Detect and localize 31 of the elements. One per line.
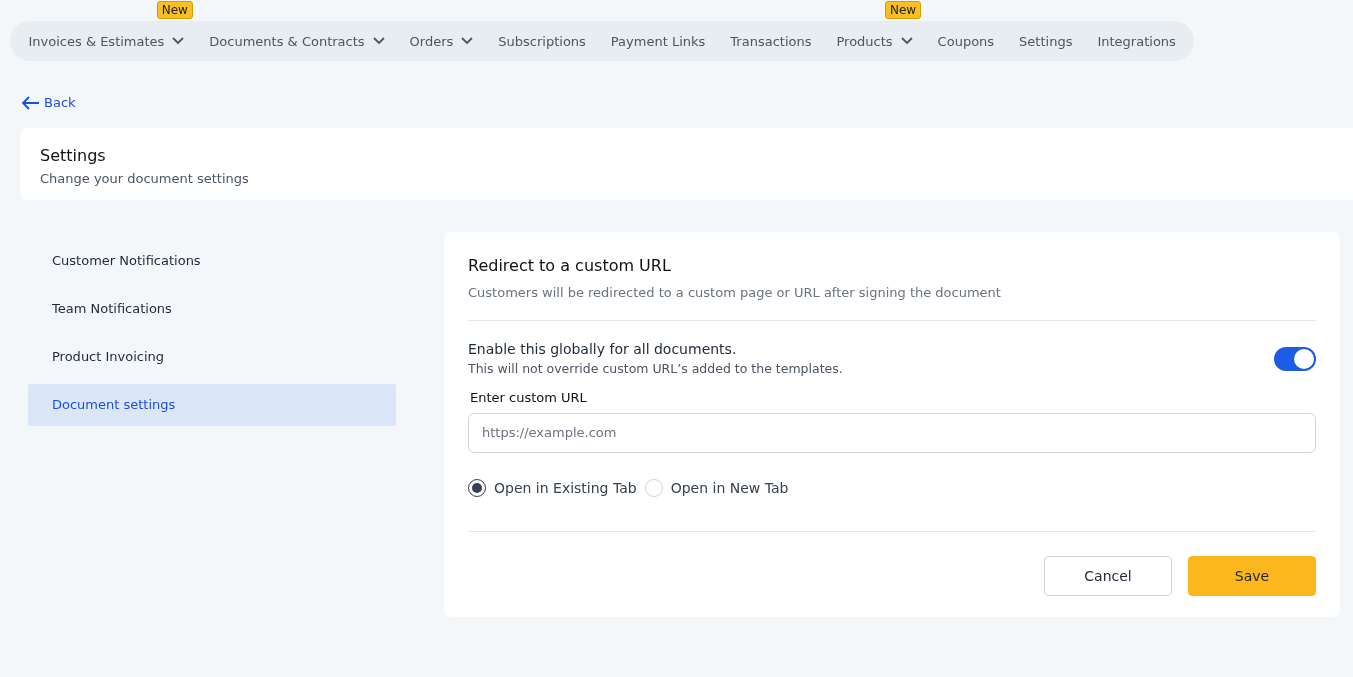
nav-item[interactable]: Payment Links xyxy=(598,21,718,61)
page-subtitle: Change your document settings xyxy=(40,170,250,186)
sidebar-item[interactable]: Document settings xyxy=(28,383,396,426)
nav-item[interactable]: Coupons xyxy=(925,21,1007,61)
radio-option[interactable]: Open in New Tab xyxy=(644,478,789,497)
new-badge: New xyxy=(156,1,193,19)
section-description: Customers will be redirected to a custom page or URL after signing the document xyxy=(468,284,1002,300)
back-link[interactable]: Back xyxy=(22,95,76,110)
section-title: Redirect to a custom URL xyxy=(468,255,672,275)
toggle-label: Enable this globally for all documents. xyxy=(468,340,738,357)
nav-item[interactable]: Orders xyxy=(397,21,486,61)
radio-option[interactable]: Open in Existing Tab xyxy=(468,478,637,497)
sidebar-item[interactable]: Team Notifications xyxy=(28,287,396,330)
arrow-left-icon xyxy=(22,95,40,110)
radio-label: Open in Existing Tab xyxy=(494,479,637,496)
save-button[interactable]: Save xyxy=(1188,555,1316,596)
nav-item[interactable]: Transactions xyxy=(717,21,824,61)
nav-item[interactable]: Subscriptions xyxy=(485,21,599,61)
page-title: Settings xyxy=(40,145,107,165)
sidebar-item[interactable]: Customer Notifications xyxy=(28,239,396,282)
toggle-switch[interactable] xyxy=(1274,346,1316,371)
sidebar-item[interactable]: Product Invoicing xyxy=(28,335,396,378)
toggle-hint: This will not override custom URL’s added to the templates. xyxy=(468,360,843,376)
url-input-field[interactable]: https://example.com xyxy=(468,412,1316,453)
nav-item[interactable]: Settings xyxy=(1006,21,1085,61)
field-label: Enter custom URL xyxy=(470,389,588,405)
nav-item[interactable]: Documents & Contracts xyxy=(196,21,398,61)
radio-label: Open in New Tab xyxy=(670,479,789,496)
cancel-button[interactable]: Cancel xyxy=(1044,555,1172,596)
nav-item[interactable]: Integrations xyxy=(1084,21,1189,61)
new-badge: New xyxy=(884,1,922,19)
